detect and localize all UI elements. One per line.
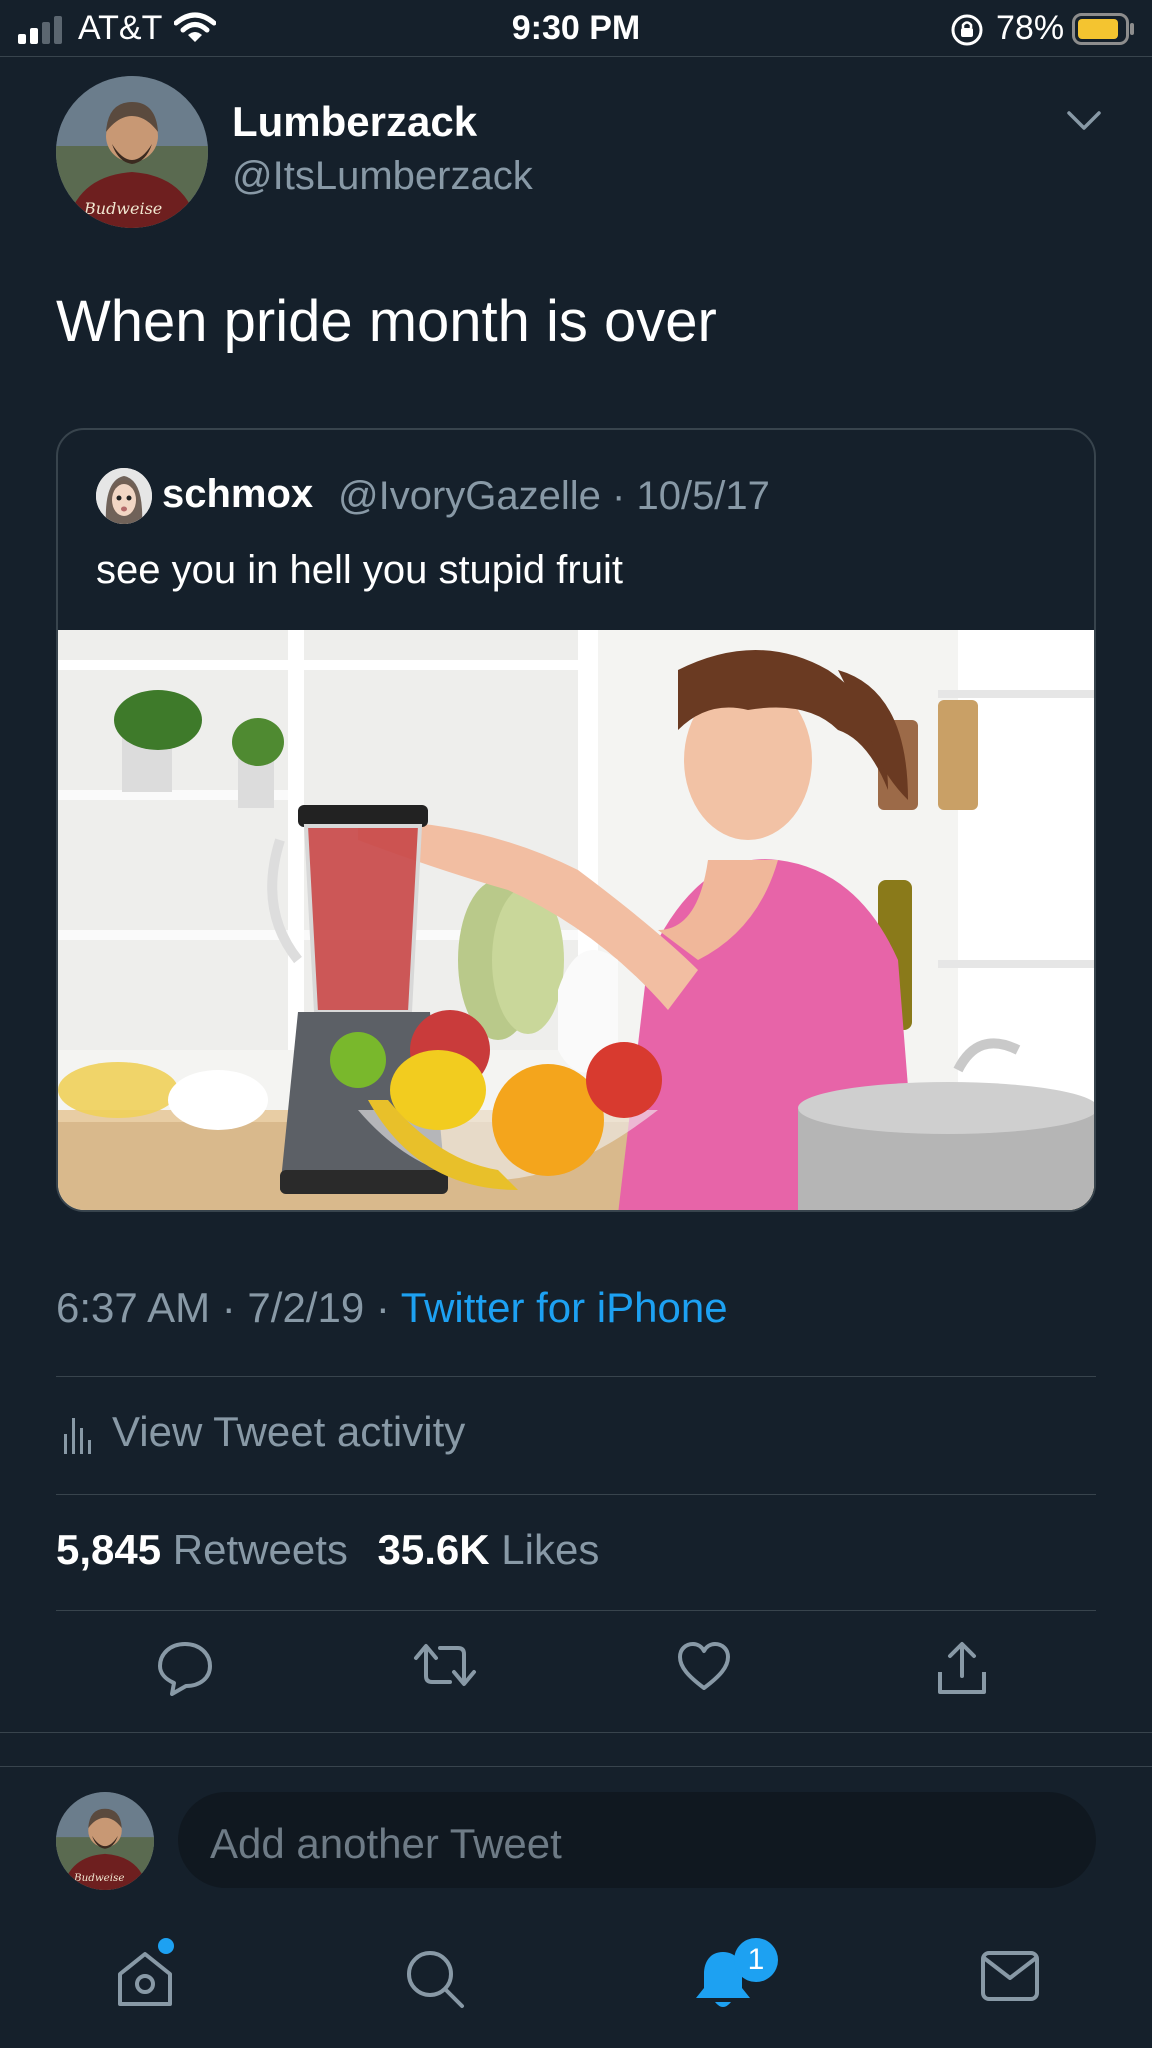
quoted-tweet-image[interactable] bbox=[58, 630, 1094, 1210]
author-handle[interactable]: @ItsLumberzack bbox=[232, 154, 533, 199]
svg-text:Budweise: Budweise bbox=[73, 1872, 124, 1884]
current-user-avatar[interactable]: Budweise bbox=[56, 1792, 154, 1890]
search-icon[interactable] bbox=[404, 1948, 466, 2015]
battery-percent: 78% bbox=[996, 9, 1065, 47]
home-icon[interactable] bbox=[114, 1948, 176, 2015]
tweet-actions bbox=[0, 1640, 1152, 1710]
reply-placeholder[interactable]: Add another Tweet bbox=[210, 1820, 562, 1868]
timestamp-text: 6:37 AM · 7/2/19 · bbox=[56, 1284, 401, 1331]
divider bbox=[56, 1376, 1096, 1377]
tweet-timestamp: 6:37 AM · 7/2/19 · Twitter for iPhone bbox=[56, 1284, 728, 1332]
share-icon[interactable] bbox=[934, 1640, 990, 1701]
quoted-tweet-card[interactable]: schmox @IvoryGazelle · 10/5/17 see you i… bbox=[56, 428, 1096, 1212]
likes-count[interactable]: 35.6K bbox=[378, 1526, 490, 1573]
chevron-down-icon[interactable] bbox=[1066, 110, 1102, 137]
divider bbox=[0, 1732, 1152, 1733]
retweets-count[interactable]: 5,845 bbox=[56, 1526, 161, 1573]
svg-text:Budweise: Budweise bbox=[83, 199, 162, 218]
status-bar: AT&T 9:30 PM 78% bbox=[0, 0, 1152, 56]
tweet-text: When pride month is over bbox=[56, 289, 717, 354]
retweets-label[interactable]: Retweets bbox=[173, 1526, 348, 1573]
view-tweet-activity-link[interactable]: View Tweet activity bbox=[112, 1408, 465, 1456]
source-link[interactable]: Twitter for iPhone bbox=[401, 1284, 728, 1331]
likes-label[interactable]: Likes bbox=[501, 1526, 599, 1573]
status-divider bbox=[0, 56, 1152, 57]
bottom-tab-bar bbox=[0, 1940, 1152, 2048]
rotation-lock-icon bbox=[950, 13, 984, 56]
quoted-author-name: schmox bbox=[162, 472, 314, 516]
battery-icon bbox=[1072, 13, 1136, 54]
engagement-stats: 5,845 Retweets 35.6K Likes bbox=[56, 1526, 599, 1574]
author-avatar[interactable]: Budweise bbox=[56, 76, 208, 228]
divider bbox=[0, 1766, 1152, 1767]
quoted-author-meta: @IvoryGazelle · 10/5/17 bbox=[338, 474, 770, 518]
retweet-icon[interactable] bbox=[412, 1640, 478, 1695]
reply-icon[interactable] bbox=[156, 1640, 214, 1701]
author-display-name[interactable]: Lumberzack bbox=[232, 98, 477, 146]
home-new-dot bbox=[158, 1938, 174, 1954]
quoted-author-avatar bbox=[96, 468, 152, 524]
notifications-badge: 1 bbox=[734, 1938, 778, 1982]
analytics-icon[interactable] bbox=[62, 1414, 92, 1459]
like-icon[interactable] bbox=[676, 1640, 732, 1697]
divider bbox=[56, 1610, 1096, 1611]
quoted-tweet-text: see you in hell you stupid fruit bbox=[96, 548, 623, 592]
messages-icon[interactable] bbox=[980, 1950, 1040, 2007]
divider bbox=[56, 1494, 1096, 1495]
